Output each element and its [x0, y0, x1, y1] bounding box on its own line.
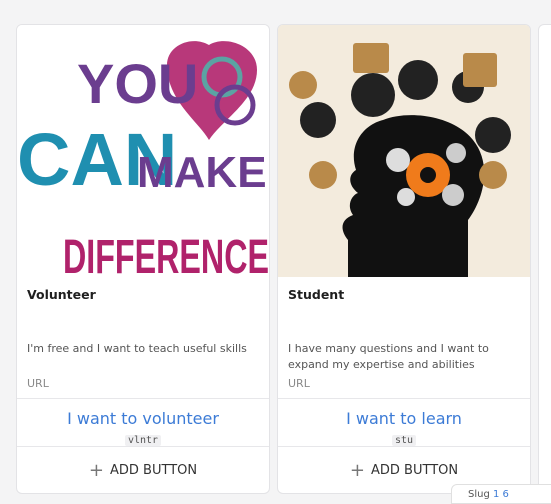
bottom-stub[interactable]: Slug 1 6	[451, 484, 551, 504]
card-volunteer: YOU CAN MAKE A DIFFERENCE Volunteer I'm …	[16, 24, 270, 494]
plus-icon: +	[88, 459, 104, 481]
stub-number: 1 6	[493, 489, 509, 500]
action-code: vlntr	[124, 435, 162, 446]
card-description: I have many questions and I want to expa…	[288, 342, 489, 371]
you-can-make-a-difference-image: YOU CAN MAKE A DIFFERENCE	[17, 41, 270, 277]
add-button-label: ADD BUTTON	[371, 463, 459, 478]
card-title: Volunteer	[27, 287, 96, 302]
make-a-text: MAKE A	[137, 148, 270, 197]
action-button-volunteer[interactable]: I want to volunteer vlntr	[17, 398, 269, 447]
card-description: I'm free and I want to teach useful skil…	[27, 342, 247, 355]
stub-text: Slug	[468, 489, 490, 500]
add-button-label: ADD BUTTON	[110, 463, 198, 478]
card-image-volunteer: YOU CAN MAKE A DIFFERENCE	[17, 25, 270, 277]
action-label: I want to volunteer	[67, 409, 219, 428]
action-code: stu	[391, 435, 417, 446]
card-student: Student I have many questions and I want…	[277, 24, 531, 494]
you-text: YOU	[77, 52, 198, 115]
url-field[interactable]: URL	[27, 377, 49, 390]
card-partial	[538, 24, 551, 494]
action-label: I want to learn	[346, 409, 462, 428]
difference-text: DIFFERENCE	[63, 231, 269, 277]
url-field[interactable]: URL	[288, 377, 310, 390]
card-image-student	[278, 25, 530, 277]
action-button-student[interactable]: I want to learn stu	[278, 398, 530, 447]
card-title: Student	[288, 287, 345, 302]
add-button[interactable]: + ADD BUTTON	[17, 447, 269, 493]
student-head-gears-image	[278, 25, 530, 277]
plus-icon: +	[349, 459, 365, 481]
